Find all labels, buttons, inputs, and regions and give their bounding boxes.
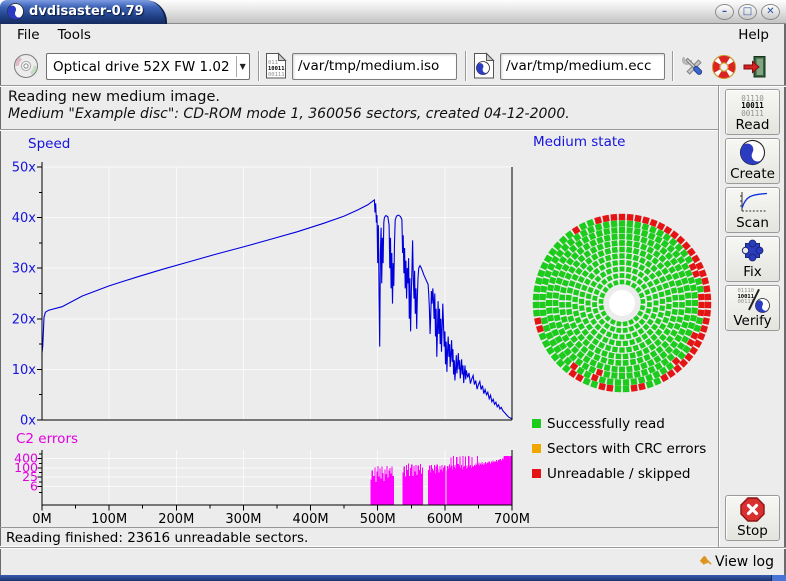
svg-text:0M: 0M <box>32 512 52 527</box>
close-button[interactable]: ✕ <box>761 4 780 20</box>
toolbar-separator <box>465 51 467 81</box>
svg-text:C2 errors: C2 errors <box>16 431 78 447</box>
menu-file[interactable]: File <box>8 25 49 45</box>
red-swatch <box>532 469 541 478</box>
chevron-down-icon: ▼ <box>236 62 249 71</box>
svg-text:0x: 0x <box>20 414 36 429</box>
svg-text:50x: 50x <box>12 161 37 176</box>
medium-info: Medium "Example disc": CD-ROM mode 1, 36… <box>8 106 718 122</box>
app-window: dvdisaster-0.79 – □ ✕ File Tools Help Op… <box>0 0 786 581</box>
legend-item-unreadable: Unreadable / skipped <box>532 466 706 481</box>
footer-bar: ☛ View log <box>0 547 786 575</box>
green-swatch <box>532 419 541 428</box>
toolbar-separator <box>672 51 674 81</box>
svg-text:00111: 00111 <box>268 72 285 78</box>
stop-button[interactable]: Stop <box>725 495 780 541</box>
preferences-tools-icon[interactable] <box>681 54 707 80</box>
ecc-file-icon <box>473 52 495 80</box>
create-button[interactable]: Create <box>725 138 780 184</box>
svg-text:40x: 40x <box>12 211 37 226</box>
svg-text:400M: 400M <box>293 512 329 527</box>
svg-text:10x: 10x <box>12 363 37 378</box>
svg-text:200M: 200M <box>158 512 194 527</box>
scan-button[interactable]: Scan <box>725 187 780 233</box>
minimize-button[interactable]: – <box>715 4 734 20</box>
drive-select[interactable]: Optical drive 52X FW 1.02 ▼ <box>46 53 250 80</box>
resize-grip[interactable] <box>771 575 786 581</box>
stop-sign-icon <box>739 496 766 523</box>
yinyang-create-icon <box>739 139 766 166</box>
content-area: Reading new medium image. Medium "Exampl… <box>0 86 786 547</box>
svg-text:500M: 500M <box>360 512 396 527</box>
read-icon: 011101001100111 <box>741 95 764 118</box>
read-button[interactable]: 011101001100111 Read <box>725 89 780 135</box>
maximize-button[interactable]: □ <box>738 4 757 20</box>
menubar: File Tools Help <box>0 24 786 46</box>
orange-swatch <box>532 444 541 453</box>
verify-button[interactable]: 011101001100111 Verify <box>725 285 780 331</box>
cd-drive-icon <box>13 53 39 79</box>
titlebar[interactable]: dvdisaster-0.79 – □ ✕ <box>0 0 786 24</box>
toolbar: Optical drive 52X FW 1.02 ▼ 011 10011 00… <box>0 46 786 86</box>
window-title: dvdisaster-0.79 <box>29 4 144 19</box>
puzzle-piece-icon <box>739 237 766 264</box>
window-bottom-border <box>0 575 786 581</box>
menu-tools[interactable]: Tools <box>49 25 100 45</box>
exit-door-icon[interactable] <box>742 54 768 80</box>
action-header: Reading new medium image. Medium "Exampl… <box>0 86 718 130</box>
status-bar: Reading finished: 23616 unreadable secto… <box>0 527 718 547</box>
medium-state-legend: Successfully read Sectors with CRC error… <box>532 416 706 491</box>
toolbar-separator <box>258 51 260 81</box>
legend-item-success: Successfully read <box>532 416 706 431</box>
scan-curve-icon <box>737 190 769 215</box>
ecc-path-input[interactable]: /var/tmp/medium.ecc <box>500 53 665 80</box>
svg-text:400: 400 <box>14 451 38 466</box>
svg-text:100M: 100M <box>91 512 127 527</box>
svg-text:700M: 700M <box>494 512 530 527</box>
svg-text:20x: 20x <box>12 312 37 327</box>
menu-help[interactable]: Help <box>729 25 778 45</box>
svg-text:30x: 30x <box>12 262 37 277</box>
svg-text:600M: 600M <box>427 512 463 527</box>
verify-icon: 011101001100111 <box>736 287 770 313</box>
action-sidebar: 011101001100111 Read Create Scan <box>718 86 786 547</box>
legend-item-crc: Sectors with CRC errors <box>532 441 706 456</box>
svg-text:Speed: Speed <box>28 136 70 152</box>
status-text: Reading finished: 23616 unreadable secto… <box>6 530 308 546</box>
view-log-button[interactable]: View log <box>715 554 774 570</box>
fix-button[interactable]: Fix <box>725 236 780 282</box>
iso-file-icon: 011 10011 00111 <box>265 52 287 80</box>
hand-pointer-icon: ☛ <box>694 550 716 572</box>
medium-state-title: Medium state <box>533 134 625 150</box>
action-title: Reading new medium image. <box>8 89 718 105</box>
lifebuoy-help-icon[interactable] <box>711 54 737 80</box>
svg-text:300M: 300M <box>225 512 261 527</box>
iso-path-input[interactable]: /var/tmp/medium.iso <box>292 53 457 80</box>
medium-state-disc <box>518 130 718 412</box>
drive-select-value: Optical drive 52X FW 1.02 <box>47 59 236 75</box>
app-yinyang-icon <box>7 3 24 20</box>
